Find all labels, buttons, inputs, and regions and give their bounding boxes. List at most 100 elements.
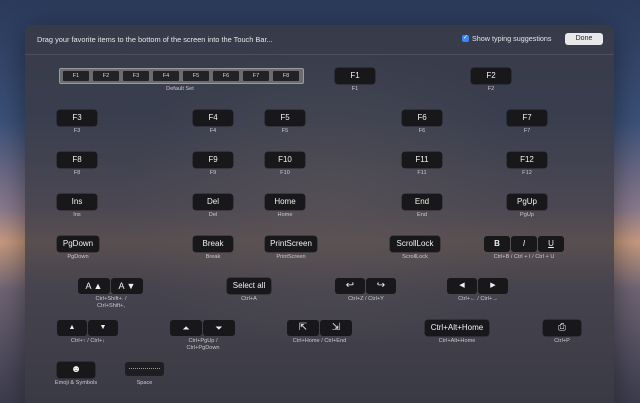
key-f7-label: F7 — [523, 128, 531, 134]
page-nav-label-line2: Ctrl+PgDown — [186, 345, 220, 351]
undo-icon[interactable]: ↩ — [335, 278, 365, 294]
print-label: Ctrl+P — [554, 338, 570, 344]
default-set-key: F3 — [123, 71, 149, 81]
key-f12[interactable]: F12 — [507, 152, 547, 168]
doc-nav-label: Ctrl+Home / Ctrl+End — [292, 338, 347, 344]
key-f1-label: F1 — [351, 86, 359, 92]
bold-button[interactable]: B — [484, 236, 510, 252]
font-size-down-button[interactable]: A ▼ — [111, 278, 143, 294]
font-size-up-button[interactable]: A ▲ — [78, 278, 110, 294]
key-pgdown-label: PgDown — [67, 254, 89, 260]
typing-suggestions-label: Show typing suggestions — [472, 34, 552, 43]
page-down-icon[interactable]: ⏷ — [203, 320, 235, 336]
default-set-key: F1 — [63, 71, 89, 81]
ctrl-alt-home-label: Ctrl+Alt+Home — [438, 338, 476, 344]
key-f10-label: F10 — [280, 170, 290, 176]
arrow-up-icon[interactable]: ▲ — [57, 320, 87, 336]
default-set-key: F7 — [243, 71, 269, 81]
key-home-label: Home — [277, 212, 293, 218]
key-f9-label: F9 — [209, 170, 217, 176]
touchbar-customization-panel: Drag your favorite items to the bottom o… — [25, 25, 614, 403]
key-pgup[interactable]: PgUp — [507, 194, 547, 210]
key-pgdown[interactable]: PgDown — [57, 236, 99, 252]
key-del[interactable]: Del — [193, 194, 233, 210]
key-f6[interactable]: F6 — [402, 110, 442, 126]
underline-button[interactable]: U — [538, 236, 564, 252]
font-size-label-line1: Ctrl+Shift+. / — [95, 296, 127, 302]
font-size-group[interactable]: A ▲ A ▼ — [78, 278, 143, 294]
key-f7[interactable]: F7 — [507, 110, 547, 126]
key-ins-label: Ins — [73, 212, 81, 218]
panel-header: Drag your favorite items to the bottom o… — [25, 25, 614, 55]
line-nav-label: Ctrl+↑ / Ctrl+↓ — [70, 338, 106, 344]
key-end-label: End — [417, 212, 427, 218]
key-f8-label: F8 — [73, 170, 81, 176]
page-nav-group[interactable]: ⏶ ⏷ — [170, 320, 235, 336]
font-size-label-line2: Ctrl+Shift+, — [97, 303, 125, 309]
key-pgup-label: PgUp — [520, 212, 534, 218]
default-set-key: F6 — [213, 71, 239, 81]
key-f10[interactable]: F10 — [265, 152, 305, 168]
undo-redo-group[interactable]: ↩ ↪ — [335, 278, 396, 294]
key-f2[interactable]: F2 — [471, 68, 511, 84]
key-f1[interactable]: F1 — [335, 68, 375, 84]
key-scrolllock[interactable]: ScrollLock — [390, 236, 440, 252]
key-break[interactable]: Break — [193, 236, 233, 252]
key-break-label: Break — [205, 254, 221, 260]
key-f5-label: F5 — [281, 128, 289, 134]
key-ins[interactable]: Ins — [57, 194, 97, 210]
checkbox-checked-icon[interactable]: ✓ — [462, 35, 469, 42]
arrow-left-icon[interactable]: ◀ — [447, 278, 477, 294]
select-all-label: Ctrl+A — [241, 296, 257, 302]
word-nav-group[interactable]: ◀ ▶ — [447, 278, 508, 294]
print-icon[interactable]: ⎙ — [543, 320, 581, 336]
key-printscreen[interactable]: PrintScreen — [265, 236, 317, 252]
emoji-icon[interactable]: ☻ — [57, 362, 95, 378]
default-set-key: F8 — [273, 71, 299, 81]
key-f5[interactable]: F5 — [265, 110, 305, 126]
home-arrow-icon[interactable]: ⇱ — [287, 320, 319, 336]
default-set-key: F4 — [153, 71, 179, 81]
page-nav-label-line1: Ctrl+PgUp / — [188, 338, 218, 344]
default-set-key: F2 — [93, 71, 119, 81]
key-f6-label: F6 — [418, 128, 426, 134]
space-bar[interactable] — [125, 362, 164, 376]
key-f9[interactable]: F9 — [193, 152, 233, 168]
key-home[interactable]: Home — [265, 194, 305, 210]
undo-redo-label: Ctrl+Z / Ctrl+Y — [348, 296, 384, 302]
key-f2-label: F2 — [487, 86, 495, 92]
italic-button[interactable]: I — [511, 236, 537, 252]
default-set-strip[interactable]: F1 F2 F3 F4 F5 F6 F7 F8 — [59, 68, 304, 84]
page-up-icon[interactable]: ⏶ — [170, 320, 202, 336]
key-scrolllock-label: ScrollLock — [402, 254, 428, 260]
word-nav-label: Ctrl+← / Ctrl+→ — [458, 296, 498, 302]
key-f3-label: F3 — [73, 128, 81, 134]
key-f12-label: F12 — [522, 170, 532, 176]
typing-suggestions-toggle[interactable]: ✓ Show typing suggestions — [462, 34, 552, 43]
key-end[interactable]: End — [402, 194, 442, 210]
key-f11-label: F11 — [417, 170, 427, 176]
text-style-label: Ctrl+B / Ctrl + I / Ctrl + U — [493, 254, 555, 260]
key-f4-label: F4 — [209, 128, 217, 134]
end-arrow-icon[interactable]: ⇲ — [320, 320, 352, 336]
ctrl-alt-home-button[interactable]: Ctrl+Alt+Home — [425, 320, 489, 336]
key-f3[interactable]: F3 — [57, 110, 97, 126]
space-label: Space — [136, 380, 153, 386]
line-nav-group[interactable]: ▲ ▼ — [57, 320, 118, 336]
key-f8[interactable]: F8 — [57, 152, 97, 168]
emoji-label: Emoji & Symbols — [54, 380, 98, 386]
arrow-right-icon[interactable]: ▶ — [478, 278, 508, 294]
key-f4[interactable]: F4 — [193, 110, 233, 126]
instruction-text: Drag your favorite items to the bottom o… — [37, 35, 273, 44]
default-set-key: F5 — [183, 71, 209, 81]
default-set-label: Default Set — [166, 86, 194, 92]
select-all-button[interactable]: Select all — [227, 278, 271, 294]
key-printscreen-label: PrintScreen — [276, 254, 306, 260]
done-button[interactable]: Done — [565, 33, 603, 45]
key-f11[interactable]: F11 — [402, 152, 442, 168]
redo-icon[interactable]: ↪ — [366, 278, 396, 294]
arrow-down-icon[interactable]: ▼ — [88, 320, 118, 336]
doc-nav-group[interactable]: ⇱ ⇲ — [287, 320, 352, 336]
key-del-label: Del — [208, 212, 218, 218]
text-style-group[interactable]: B I U — [484, 236, 564, 252]
